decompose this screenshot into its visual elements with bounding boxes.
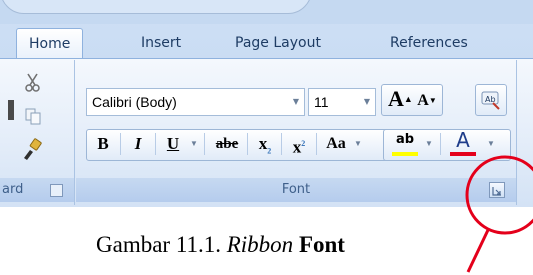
caption-prefix: Gambar 11.1. [96,232,221,257]
caption-italic: Ribbon [226,232,294,257]
annotation-pointer [466,229,490,273]
figure-caption: Gambar 11.1. Ribbon Font [96,232,345,258]
highlight-circle [465,155,533,235]
caption-bold: Font [298,232,345,257]
